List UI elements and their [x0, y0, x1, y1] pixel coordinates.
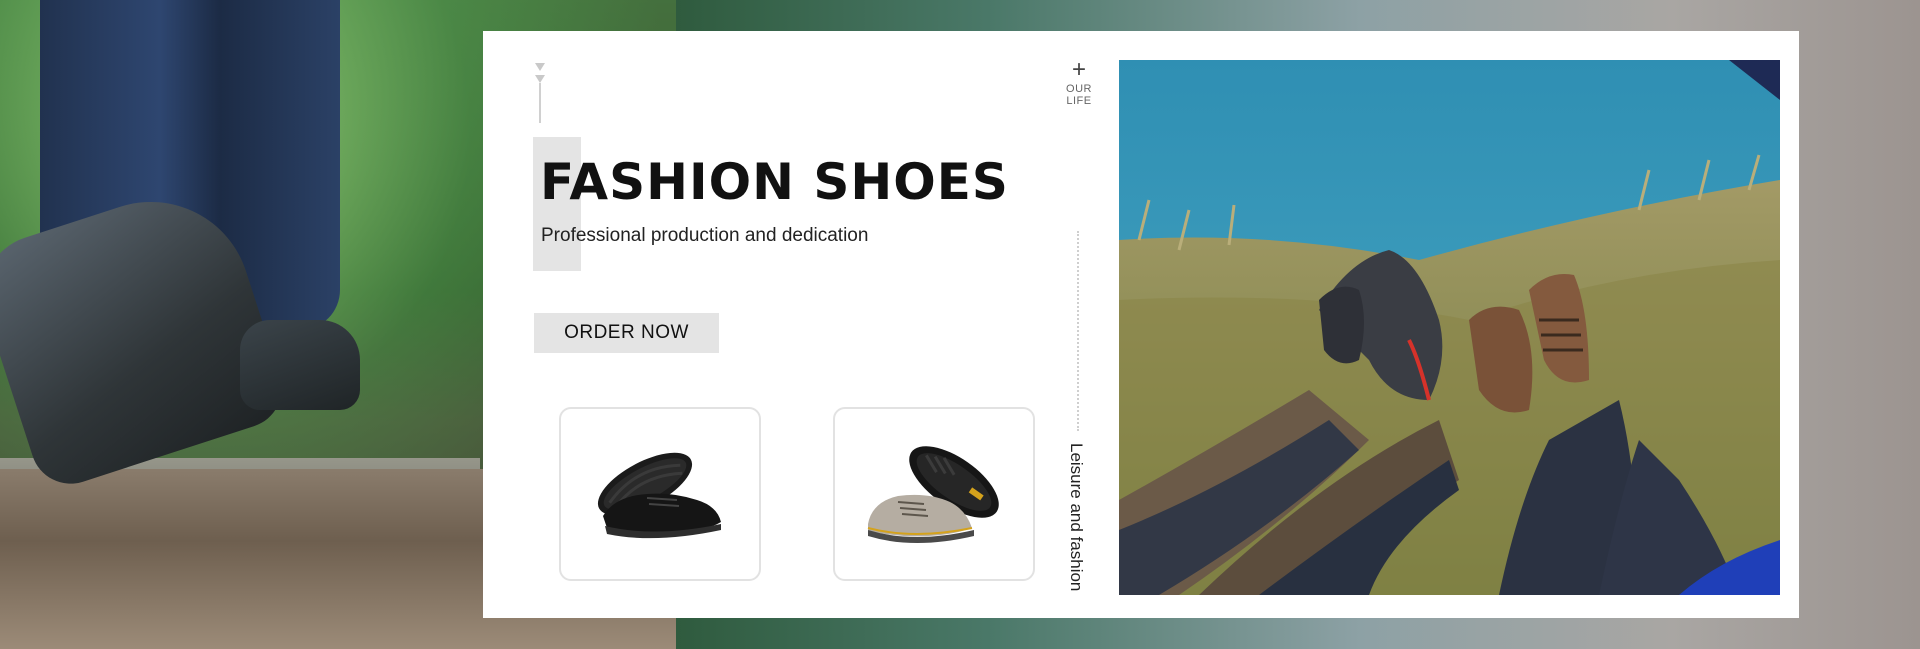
black-sneaker-icon: [597, 452, 721, 539]
subtitle: Professional production and dedication: [541, 225, 869, 246]
our-life-text: OUR LIFE: [1066, 83, 1092, 107]
order-now-button[interactable]: ORDER NOW: [534, 313, 719, 353]
hiking-shoe-back: [240, 320, 360, 410]
dotted-divider: [1077, 231, 1079, 431]
marker-line: [539, 83, 541, 123]
leisure-fashion-label: Leisure and fashion: [1067, 443, 1086, 592]
decorative-marker: [533, 63, 547, 123]
seaside-grass-image: [1119, 60, 1780, 595]
hero-banner: FASHION SHOES Professional production an…: [0, 0, 1920, 649]
product-card-grey-safety-shoe[interactable]: [833, 407, 1035, 581]
promo-card: FASHION SHOES Professional production an…: [483, 31, 1799, 618]
plus-icon: +: [1071, 56, 1086, 83]
page-title: FASHION SHOES: [540, 153, 1009, 211]
our-life-label: + OUR LIFE: [1056, 56, 1102, 108]
product-card-black-sneaker[interactable]: [559, 407, 761, 581]
triangle-icon: [535, 75, 545, 83]
grey-safety-shoe-icon: [867, 446, 999, 543]
triangle-icon: [535, 63, 545, 71]
hikers-feet-photo: [1119, 60, 1780, 595]
